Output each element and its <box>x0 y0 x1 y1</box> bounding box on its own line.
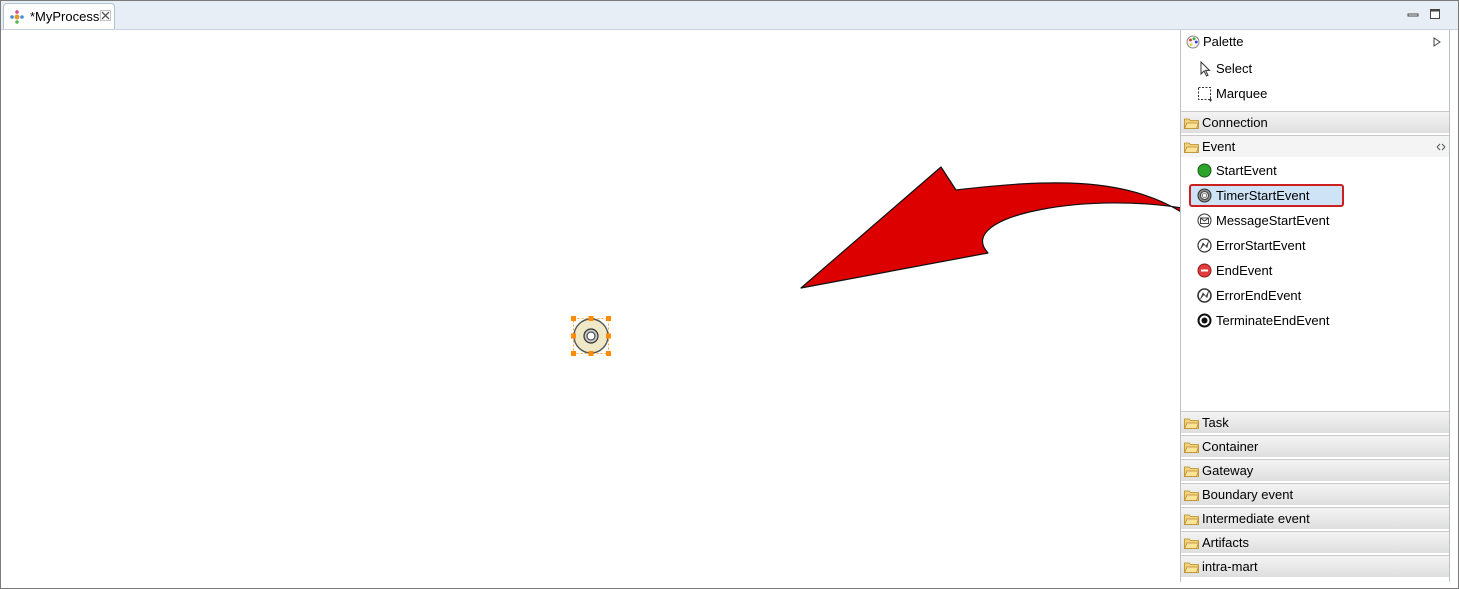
process-diagram-canvas[interactable] <box>3 30 1193 581</box>
marquee-icon <box>1198 87 1212 102</box>
drawer-artifacts-label: Artifacts <box>1202 535 1249 550</box>
drawer-boundary-event-label: Boundary event <box>1202 487 1294 502</box>
tool-marquee[interactable]: Marquee <box>1181 82 1449 106</box>
palette-item-label: TerminateEndEvent <box>1216 313 1330 328</box>
drawer-intra-mart[interactable]: intra-mart <box>1181 555 1449 577</box>
folder-icon <box>1184 490 1199 501</box>
palette-title: Palette <box>1203 34 1244 49</box>
palette-item-label: ErrorEndEvent <box>1216 288 1302 303</box>
tab-title: *MyProcess <box>30 9 100 24</box>
palette-icon <box>1186 35 1200 49</box>
palette-item-error-end-event[interactable]: ErrorEndEvent <box>1181 283 1449 308</box>
editor-window: *MyProcess Palette Select Marquee Connec… <box>0 0 1459 589</box>
start-event-icon <box>1197 163 1212 178</box>
drawer-gateway[interactable]: Gateway <box>1181 459 1449 481</box>
palette-item-timer-start-event[interactable]: TimerStartEvent <box>1181 183 1449 208</box>
palette-item-label: TimerStartEvent <box>1216 188 1310 203</box>
palette-item-label: EndEvent <box>1216 263 1273 278</box>
palette-item-terminate-end-event[interactable]: TerminateEndEvent <box>1181 308 1449 333</box>
folder-icon <box>1184 562 1199 573</box>
minimize-icon[interactable] <box>1407 8 1419 20</box>
timer-start-event-icon <box>1197 188 1212 203</box>
select-arrow-icon <box>1200 61 1211 77</box>
drawer-task-label: Task <box>1202 415 1229 430</box>
drawer-gateway-label: Gateway <box>1202 463 1254 478</box>
terminate-end-event-icon <box>1197 313 1212 328</box>
drawer-intermediate-event[interactable]: Intermediate event <box>1181 507 1449 529</box>
drawer-event-label: Event <box>1202 139 1236 154</box>
drawer-boundary-event[interactable]: Boundary event <box>1181 483 1449 505</box>
annotation-arrow-graphic <box>800 166 1193 289</box>
folder-icon <box>1184 418 1199 429</box>
editor-tab-bar: *MyProcess <box>1 1 1458 30</box>
tool-select-label: Select <box>1216 61 1253 76</box>
palette-collapse-icon[interactable] <box>1433 37 1441 47</box>
maximize-icon[interactable] <box>1429 8 1441 20</box>
timer-start-event-node[interactable] <box>569 315 613 357</box>
palette-item-message-start-event[interactable]: MessageStartEvent <box>1181 208 1449 233</box>
tool-select[interactable]: Select <box>1181 57 1449 81</box>
end-event-icon <box>1197 263 1212 278</box>
folder-icon <box>1184 466 1199 477</box>
message-start-event-icon <box>1197 213 1212 228</box>
pin-drawer-icon[interactable] <box>1436 143 1446 151</box>
folder-icon <box>1184 118 1199 129</box>
folder-icon <box>1184 538 1199 549</box>
palette-item-label: MessageStartEvent <box>1216 213 1330 228</box>
drawer-intra-mart-label: intra-mart <box>1202 559 1258 574</box>
process-icon <box>10 10 24 24</box>
palette-panel: Palette Select Marquee Connection Event … <box>1180 30 1450 582</box>
tool-marquee-label: Marquee <box>1216 86 1268 101</box>
folder-icon <box>1184 442 1199 453</box>
drawer-intermediate-event-label: Intermediate event <box>1202 511 1310 526</box>
folder-open-icon <box>1184 142 1199 153</box>
palette-header: Palette <box>1181 30 1449 54</box>
drawer-task[interactable]: Task <box>1181 411 1449 433</box>
drawer-connection-label: Connection <box>1202 115 1268 130</box>
close-icon[interactable] <box>100 10 111 21</box>
tab-myprocess[interactable]: *MyProcess <box>3 3 115 29</box>
error-end-event-icon <box>1197 288 1212 303</box>
palette-item-label: StartEvent <box>1216 163 1277 178</box>
error-start-event-icon <box>1197 238 1212 253</box>
palette-item-label: ErrorStartEvent <box>1216 238 1306 253</box>
folder-icon <box>1184 514 1199 525</box>
palette-item-end-event[interactable]: EndEvent <box>1181 258 1449 283</box>
drawer-connection[interactable]: Connection <box>1181 111 1449 133</box>
drawer-artifacts[interactable]: Artifacts <box>1181 531 1449 553</box>
palette-item-error-start-event[interactable]: ErrorStartEvent <box>1181 233 1449 258</box>
drawer-container[interactable]: Container <box>1181 435 1449 457</box>
drawer-event[interactable]: Event <box>1181 135 1449 157</box>
palette-item-start-event[interactable]: StartEvent <box>1181 158 1449 183</box>
drawer-container-label: Container <box>1202 439 1259 454</box>
